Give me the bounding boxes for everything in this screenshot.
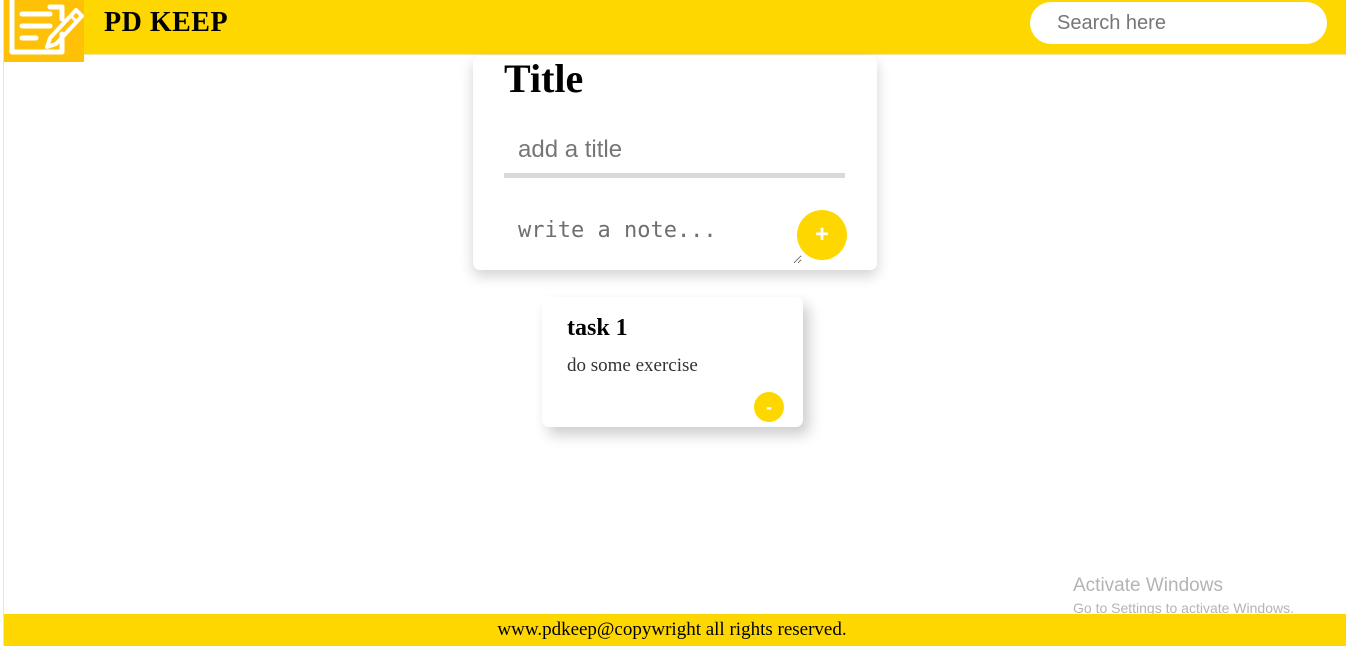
note-textarea[interactable] [504, 206, 802, 264]
page-footer: www.pdkeep@copywright all rights reserve… [4, 614, 1346, 646]
search-input[interactable] [1030, 2, 1327, 44]
brand-title: PD KEEP [104, 7, 229, 38]
note-form-card: Title + [473, 56, 877, 270]
footer-text: www.pdkeep@copywright all rights reserve… [497, 619, 847, 640]
note-card: task 1 do some exercise - [542, 297, 803, 427]
note-title: task 1 [567, 315, 628, 341]
app-page: PD KEEP Title + task 1 do some exercise … [0, 0, 1346, 646]
add-note-button[interactable]: + [797, 210, 847, 260]
notepad-pencil-icon [4, 0, 84, 62]
delete-note-button[interactable]: - [754, 392, 784, 422]
watermark-title: Activate Windows [1073, 575, 1223, 596]
title-input[interactable] [504, 126, 845, 178]
note-body: do some exercise [567, 355, 698, 376]
window-edge [3, 0, 4, 646]
activation-watermark: Activate Windows Go to Settings to activ… [1073, 575, 1294, 618]
form-heading: Title [504, 56, 584, 101]
